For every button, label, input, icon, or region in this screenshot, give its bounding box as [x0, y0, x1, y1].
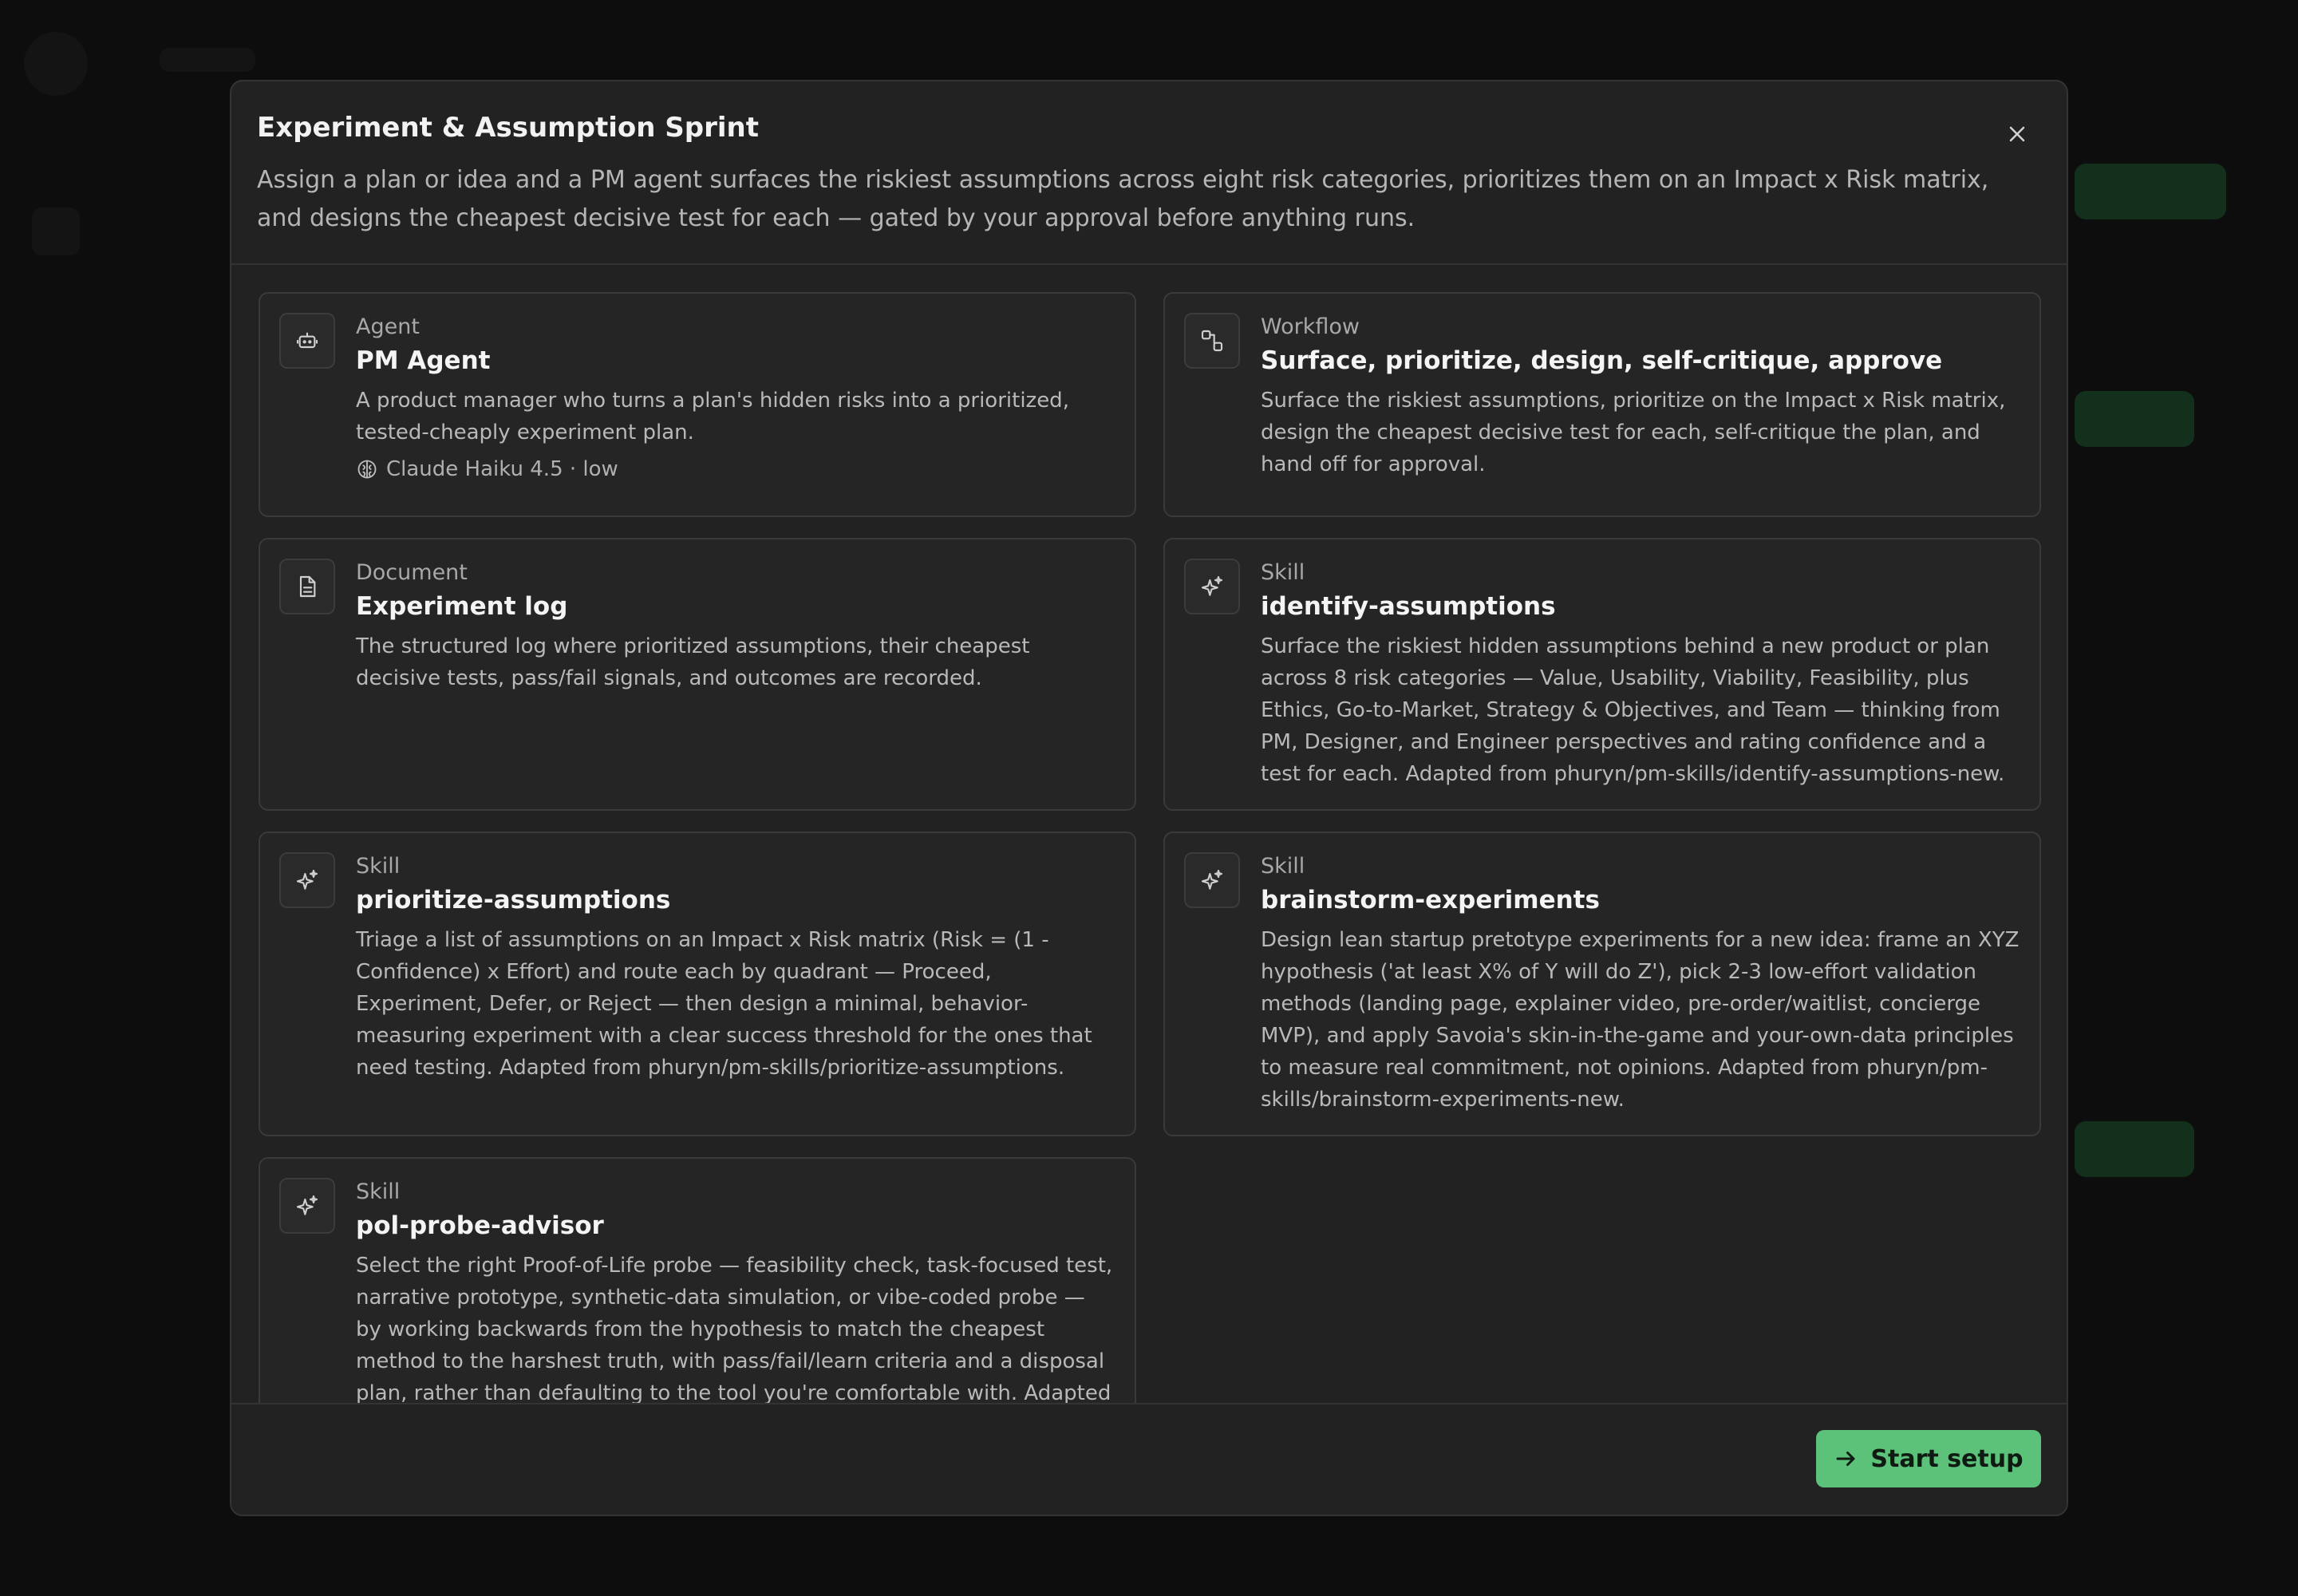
card-type-label: Document: [356, 560, 468, 585]
background-header: [160, 48, 255, 72]
dialog-footer: Start setup: [231, 1403, 2067, 1515]
dialog-description: Assign a plan or idea and a PM agent sur…: [257, 166, 1989, 232]
card-description: Surface the riskiest assumptions, priori…: [1261, 389, 2006, 476]
background-sidebar-item: [32, 207, 80, 255]
card-title: pol-probe-advisor: [356, 1211, 604, 1240]
sparkle-icon: [279, 852, 335, 908]
card-experiment-log[interactable]: Document Experiment log The structured l…: [259, 538, 1136, 811]
dialog-title: Experiment & Assumption Sprint: [257, 112, 760, 144]
background-button: [2075, 391, 2194, 447]
card-type-label: Skill: [356, 1179, 401, 1204]
card-description: Surface the riskiest hidden assumptions …: [1261, 634, 2005, 786]
workflow-icon: [1184, 313, 1240, 369]
card-title: Experiment log: [356, 592, 568, 621]
dialog-body: Agent PM Agent A product manager who tur…: [231, 265, 2067, 1486]
card-skill-brainstorm-experiments[interactable]: Skill brainstorm-experiments Design lean…: [1163, 832, 2041, 1136]
model-label: Claude Haiku 4.5 · low: [386, 457, 618, 481]
dialog-header: Experiment & Assumption Sprint Assign a …: [231, 81, 2067, 265]
card-type-label: Agent: [356, 314, 420, 339]
background-button: [2075, 164, 2226, 219]
card-skill-identify-assumptions[interactable]: Skill identify-assumptions Surface the r…: [1163, 538, 2041, 811]
card-workflow[interactable]: Workflow Surface, prioritize, design, se…: [1163, 292, 2041, 517]
robot-icon: [279, 313, 335, 369]
background-sidebar: [24, 32, 88, 96]
card-title: brainstorm-experiments: [1261, 886, 1600, 915]
sparkle-icon: [279, 1178, 335, 1234]
card-title: prioritize-assumptions: [356, 886, 671, 915]
card-title: identify-assumptions: [1261, 592, 1556, 621]
card-skill-prioritize-assumptions[interactable]: Skill prioritize-assumptions Triage a li…: [259, 832, 1136, 1136]
card-description: A product manager who turns a plan's hid…: [356, 389, 1069, 444]
card-type-label: Skill: [1261, 854, 1305, 879]
close-icon: [2009, 126, 2025, 142]
component-grid: Agent PM Agent A product manager who tur…: [259, 292, 2041, 1486]
sparkle-icon: [1184, 852, 1240, 908]
card-title: Surface, prioritize, design, self-critiq…: [1261, 346, 1943, 375]
document-icon: [279, 559, 335, 614]
card-description: Design lean startup pretotype experiment…: [1261, 928, 2020, 1112]
start-setup-label: Start setup: [1870, 1444, 2024, 1473]
close-button[interactable]: [2000, 117, 2035, 152]
card-pm-agent[interactable]: Agent PM Agent A product manager who tur…: [259, 292, 1136, 517]
brain-icon: [357, 460, 377, 479]
card-description: Triage a list of assumptions on an Impac…: [356, 928, 1092, 1080]
card-type-label: Skill: [1261, 560, 1305, 585]
sparkle-icon: [1184, 559, 1240, 614]
start-setup-button[interactable]: Start setup: [1816, 1430, 2041, 1487]
background-button: [2075, 1121, 2194, 1177]
arrow-right-icon: [1836, 1452, 1855, 1466]
card-title: PM Agent: [356, 346, 491, 375]
card-description: The structured log where prioritized ass…: [356, 634, 1030, 690]
experiment-sprint-dialog: Experiment & Assumption Sprint Assign a …: [230, 80, 2068, 1516]
card-type-label: Skill: [356, 854, 401, 879]
card-type-label: Workflow: [1261, 314, 1360, 339]
card-model-meta: Claude Haiku 4.5 · low: [356, 453, 1115, 485]
